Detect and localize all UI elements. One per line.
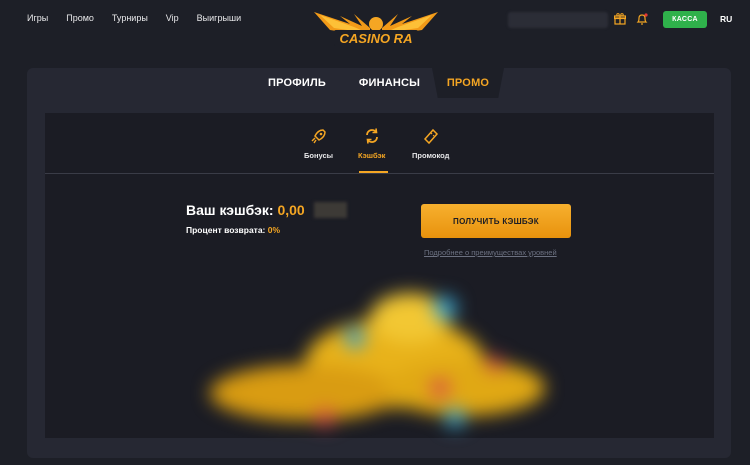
nav-item-winnings[interactable]: Выигрыши <box>197 13 242 23</box>
subtab-cashback-label: Кэшбэк <box>358 151 386 160</box>
level-benefits-link[interactable]: Подробнее о преимуществах уровней <box>424 248 557 257</box>
subtab-cashback[interactable]: Кэшбэк <box>358 127 385 160</box>
subtab-bonuses-label: Бонусы <box>304 151 334 160</box>
refresh-icon <box>365 128 378 144</box>
language-selector[interactable]: RU <box>720 14 732 24</box>
promo-content: Бонусы Кэшбэк Промокод Ваш кэшбэк: 0,00 … <box>45 113 714 438</box>
divider <box>45 173 714 174</box>
subtab-promocode[interactable]: Промокод <box>412 127 449 160</box>
account-tabs: ПРОФИЛЬ ФИНАНСЫ ПРОМО <box>27 68 731 98</box>
nav-item-tournaments[interactable]: Турниры <box>112 13 148 23</box>
subtab-bonuses[interactable]: Бонусы <box>304 127 333 160</box>
tab-finance[interactable]: ФИНАНСЫ <box>347 68 432 98</box>
cashback-value: 0,00 <box>277 202 305 218</box>
ticket-icon <box>423 128 438 145</box>
percent-label: Процент возврата: <box>186 225 268 235</box>
nav-item-vip[interactable]: Vip <box>166 13 179 23</box>
nav-item-promo[interactable]: Промо <box>66 13 94 23</box>
kassa-button[interactable]: КАССА <box>663 11 707 28</box>
cashback-amount: Ваш кэшбэк: 0,00 <box>186 202 305 218</box>
coins-illustration <box>210 293 545 428</box>
logo-text: CASINO RA <box>340 31 413 46</box>
cashback-label: Ваш кэшбэк: <box>186 202 278 218</box>
main-nav: Игры Промо Турниры Vip Выигрыши <box>27 13 259 23</box>
currency-blurred <box>314 202 347 218</box>
cashback-percent: Процент возврата: 0% <box>186 225 280 235</box>
get-cashback-button[interactable]: ПОЛУЧИТЬ КЭШБЭК <box>421 204 571 238</box>
user-balance-blurred <box>508 12 608 28</box>
header: Игры Промо Турниры Vip Выигрыши CASINO R… <box>0 0 750 46</box>
bell-icon[interactable] <box>634 11 650 27</box>
nav-item-games[interactable]: Игры <box>27 13 48 23</box>
casino-logo[interactable]: CASINO RA <box>310 6 442 50</box>
promo-subtabs: Бонусы Кэшбэк Промокод <box>45 113 714 173</box>
subtab-promocode-label: Промокод <box>412 151 450 160</box>
gift-icon[interactable] <box>612 11 628 27</box>
tab-promo[interactable]: ПРОМО <box>432 68 504 98</box>
tab-profile[interactable]: ПРОФИЛЬ <box>257 68 337 98</box>
rocket-icon <box>311 129 326 144</box>
percent-value: 0% <box>267 225 281 235</box>
